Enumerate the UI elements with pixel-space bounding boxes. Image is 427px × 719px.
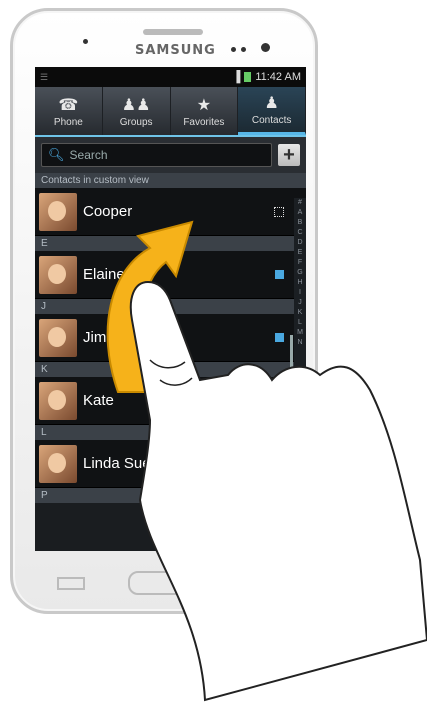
- swipe-gesture-illustration: [106, 220, 427, 702]
- hand-icon: [129, 280, 427, 702]
